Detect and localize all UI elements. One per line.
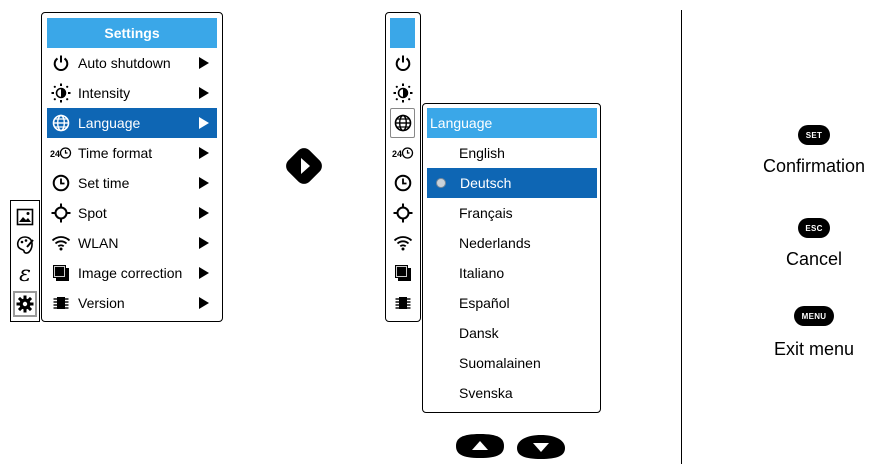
brightness-icon — [49, 83, 73, 103]
esc-key: ESC — [798, 218, 830, 238]
24h-clock-icon[interactable]: 24 — [390, 138, 415, 168]
language-option-label: Svenska — [459, 385, 513, 401]
24h-clock-icon: 24 — [49, 145, 73, 161]
right-navigation-button[interactable] — [283, 145, 325, 187]
language-option-label: Suomalainen — [459, 355, 541, 371]
menu-item-label: Version — [78, 295, 125, 311]
chevron-right-icon — [199, 57, 209, 69]
language-option-label: Nederlands — [459, 235, 531, 251]
menu-item-language[interactable]: Language — [47, 108, 217, 138]
power-icon[interactable] — [390, 48, 415, 78]
chevron-right-icon — [199, 117, 209, 129]
menu-item-label: Time format — [78, 145, 153, 161]
menu-item-label: Set time — [78, 175, 130, 191]
vertical-divider — [681, 10, 682, 464]
power-icon — [49, 54, 73, 72]
language-option-label: Italiano — [459, 265, 505, 281]
brightness-icon[interactable] — [390, 78, 415, 108]
language-menu-title: Language — [427, 108, 597, 138]
language-option-label: Dansk — [459, 325, 499, 341]
chip-icon[interactable] — [390, 288, 415, 318]
clock-icon — [49, 174, 73, 192]
chevron-right-icon — [199, 177, 209, 189]
menu-key: MENU — [794, 306, 834, 326]
esc-key-caption: Cancel — [785, 249, 843, 269]
menu-item-intensity[interactable]: Intensity — [47, 78, 217, 108]
svg-text:24: 24 — [392, 149, 402, 159]
menu-item-label: Language — [78, 115, 141, 131]
wifi-icon — [49, 235, 73, 251]
menu-item-label: Image correction — [78, 265, 183, 281]
chevron-right-icon — [199, 267, 209, 279]
palette-icon[interactable] — [13, 232, 37, 258]
gear-icon[interactable] — [13, 291, 37, 317]
chevron-right-icon — [199, 237, 209, 249]
language-option-label: Français — [459, 205, 513, 221]
radio-selected-icon — [436, 178, 446, 188]
crosshair-icon — [49, 203, 73, 223]
chevron-right-icon — [199, 297, 209, 309]
language-option[interactable]: Nederlands — [427, 228, 597, 258]
chevron-right-icon — [199, 207, 209, 219]
menu-item-label: Auto shutdown — [78, 55, 171, 71]
menu-item-version[interactable]: Version — [47, 288, 217, 318]
language-option[interactable]: Español — [427, 288, 597, 318]
language-option[interactable]: Dansk — [427, 318, 597, 348]
menu-item-time-format[interactable]: 24 Time format — [47, 138, 217, 168]
category-strip: ε — [10, 200, 40, 322]
menu-item-spot[interactable]: Spot — [47, 198, 217, 228]
svg-text:24: 24 — [50, 149, 60, 159]
up-button[interactable] — [452, 432, 508, 460]
image-icon[interactable] — [13, 204, 37, 230]
chip-icon — [49, 294, 73, 312]
chevron-right-icon — [199, 147, 209, 159]
set-key: SET — [798, 125, 830, 145]
menu-item-image-correction[interactable]: Image correction — [47, 258, 217, 288]
language-menu: Language English Deutsch Français Nederl… — [422, 103, 601, 413]
settings-icon-strip: 24 — [385, 12, 421, 322]
down-button[interactable] — [513, 432, 569, 460]
menu-item-label: WLAN — [78, 235, 119, 251]
menu-key-caption: Exit menu — [773, 339, 855, 359]
menu-item-label: Intensity — [78, 85, 131, 101]
language-option[interactable]: Italiano — [427, 258, 597, 288]
strip-title-bar — [390, 18, 415, 48]
set-key-caption: Confirmation — [762, 156, 866, 176]
language-option-label: English — [459, 145, 505, 161]
menu-item-set-time[interactable]: Set time — [47, 168, 217, 198]
clock-icon[interactable] — [390, 168, 415, 198]
language-option-label: Español — [459, 295, 510, 311]
globe-icon[interactable] — [390, 108, 415, 138]
globe-icon — [49, 114, 73, 132]
language-option[interactable]: English — [427, 138, 597, 168]
menu-item-wlan[interactable]: WLAN — [47, 228, 217, 258]
crosshair-icon[interactable] — [390, 198, 415, 228]
chevron-right-icon — [199, 87, 209, 99]
settings-menu-title: Settings — [47, 18, 217, 48]
settings-menu: Settings Auto shutdown Intensity Languag… — [41, 12, 223, 322]
language-option[interactable]: Svenska — [427, 378, 597, 408]
image-stack-icon — [49, 264, 73, 282]
menu-item-label: Spot — [78, 205, 107, 221]
language-option-selected[interactable]: Deutsch — [427, 168, 597, 198]
emissivity-icon[interactable]: ε — [13, 261, 37, 287]
language-option[interactable]: Français — [427, 198, 597, 228]
image-stack-icon[interactable] — [390, 258, 415, 288]
language-option[interactable]: Suomalainen — [427, 348, 597, 378]
menu-item-auto-shutdown[interactable]: Auto shutdown — [47, 48, 217, 78]
language-option-label: Deutsch — [460, 175, 512, 191]
wifi-icon[interactable] — [390, 228, 415, 258]
